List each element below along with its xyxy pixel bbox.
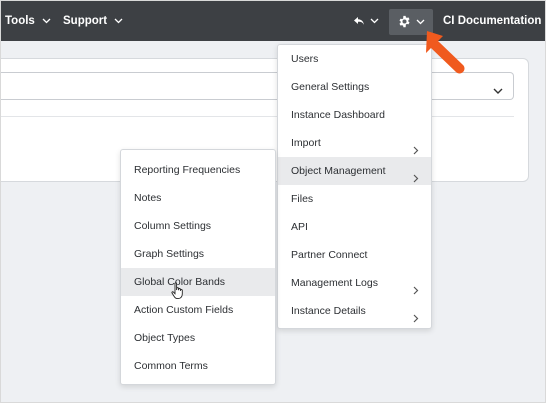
chevron-right-icon (413, 306, 419, 334)
menu-item-general-settings[interactable]: General Settings (278, 73, 431, 101)
menu-item-instance-dashboard[interactable]: Instance Dashboard (278, 101, 431, 129)
menu-item-label: Instance Dashboard (291, 109, 385, 121)
nav-support-menu[interactable]: Support (63, 1, 123, 41)
submenu-item-common-terms[interactable]: Common Terms (121, 352, 275, 380)
divider (1, 116, 514, 117)
menu-item-label: Partner Connect (291, 249, 368, 261)
object-management-submenu: Reporting Frequencies Notes Column Setti… (120, 149, 276, 385)
menu-item-label: Management Logs (291, 277, 378, 289)
app-window: Tools Support CI Documentation Users Gen… (0, 0, 546, 403)
hand-cursor-icon (171, 282, 183, 300)
menu-item-label: Files (291, 193, 314, 205)
submenu-item-label: Graph Settings (134, 248, 205, 260)
submenu-item-global-color-bands[interactable]: Global Color Bands (121, 268, 275, 296)
submenu-item-object-types[interactable]: Object Types (121, 324, 275, 352)
submenu-item-notes[interactable]: Notes (121, 184, 275, 212)
chevron-down-icon (493, 82, 503, 100)
nav-tools-menu[interactable]: Tools (5, 1, 51, 41)
submenu-item-label: Object Types (134, 332, 196, 344)
nav-undo-menu[interactable] (353, 1, 379, 41)
submenu-item-action-custom-fields[interactable]: Action Custom Fields (121, 296, 275, 324)
menu-item-label: Object Management (291, 165, 386, 177)
submenu-item-reporting-frequencies[interactable]: Reporting Frequencies (121, 156, 275, 184)
submenu-item-label: Action Custom Fields (134, 304, 234, 316)
undo-icon (353, 15, 368, 27)
menu-item-management-logs[interactable]: Management Logs (278, 269, 431, 297)
chevron-down-icon (416, 19, 425, 25)
menu-item-api[interactable]: API (278, 213, 431, 241)
menu-item-label: General Settings (291, 81, 370, 93)
orange-pointer-arrow-icon (426, 31, 465, 74)
chevron-down-icon (42, 1, 51, 41)
submenu-item-label: Common Terms (134, 360, 208, 372)
submenu-item-label: Column Settings (134, 220, 212, 232)
submenu-item-label: Notes (134, 192, 162, 204)
nav-support-label: Support (63, 15, 108, 28)
submenu-item-graph-settings[interactable]: Graph Settings (121, 240, 275, 268)
menu-item-partner-connect[interactable]: Partner Connect (278, 241, 431, 269)
settings-dropdown-menu: Users General Settings Instance Dashboar… (277, 44, 432, 329)
submenu-item-column-settings[interactable]: Column Settings (121, 212, 275, 240)
chevron-down-icon (370, 1, 379, 41)
menu-item-label: API (291, 221, 308, 233)
menu-item-files[interactable]: Files (278, 185, 431, 213)
menu-item-label: Instance Details (291, 305, 366, 317)
chevron-down-icon (114, 1, 123, 41)
menu-item-label: Users (291, 53, 319, 65)
nav-ci-documentation-label: CI Documentation (443, 15, 542, 28)
menu-item-label: Import (291, 137, 321, 149)
menu-item-instance-details[interactable]: Instance Details (278, 297, 431, 325)
menu-item-users[interactable]: Users (278, 45, 431, 73)
submenu-item-label: Reporting Frequencies (134, 164, 241, 176)
gear-icon (399, 15, 410, 28)
menu-item-import[interactable]: Import (278, 129, 431, 157)
menu-item-object-management[interactable]: Object Management (278, 157, 431, 185)
nav-tools-label: Tools (5, 15, 35, 28)
